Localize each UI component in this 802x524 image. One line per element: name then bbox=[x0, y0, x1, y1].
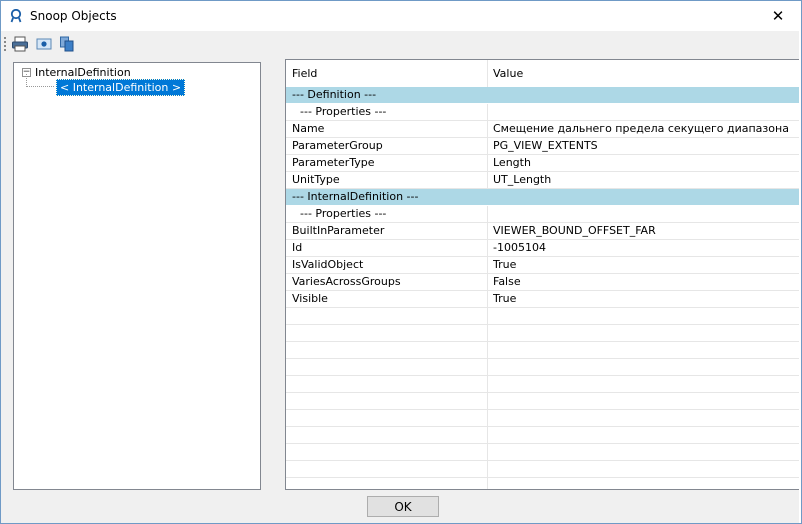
value-cell: -1005104 bbox=[493, 241, 546, 254]
value-cell: VIEWER_BOUND_OFFSET_FAR bbox=[493, 224, 656, 237]
field-cell: IsValidObject bbox=[292, 258, 364, 271]
properties-grid[interactable]: Field Value --- Definition --- --- Proper… bbox=[285, 59, 800, 490]
field-cell: UnitType bbox=[292, 173, 340, 186]
table-row[interactable]: UnitType UT_Length bbox=[286, 172, 799, 189]
empty-row bbox=[286, 444, 799, 461]
section-row[interactable]: --- Definition --- bbox=[286, 87, 799, 104]
window-title: Snoop Objects bbox=[30, 9, 117, 23]
section-row[interactable]: --- InternalDefinition --- bbox=[286, 189, 799, 206]
value-cell: True bbox=[493, 258, 517, 271]
snoop-app-icon bbox=[10, 9, 22, 23]
empty-row bbox=[286, 427, 799, 444]
field-cell: Name bbox=[292, 122, 325, 135]
value-cell bbox=[493, 87, 793, 103]
table-row[interactable]: VariesAcrossGroups False bbox=[286, 274, 799, 291]
subheader-row[interactable]: --- Properties --- bbox=[286, 104, 799, 121]
ok-button[interactable]: OK bbox=[367, 496, 439, 517]
field-cell: --- Definition --- bbox=[292, 88, 377, 101]
empty-row bbox=[286, 376, 799, 393]
field-cell: Visible bbox=[292, 292, 328, 305]
value-cell: Смещение дальнего предела секущего диапа… bbox=[493, 122, 789, 135]
close-button[interactable]: ✕ bbox=[755, 1, 801, 31]
field-cell: Id bbox=[292, 241, 303, 254]
value-cell bbox=[493, 104, 793, 120]
close-icon: ✕ bbox=[771, 7, 785, 25]
toolbar-grip[interactable] bbox=[4, 37, 6, 51]
value-cell: False bbox=[493, 275, 521, 288]
value-cell bbox=[493, 189, 793, 205]
table-row[interactable]: ParameterGroup PG_VIEW_EXTENTS bbox=[286, 138, 799, 155]
table-row[interactable]: Name Смещение дальнего предела секущего д… bbox=[286, 121, 799, 138]
print-preview-icon[interactable] bbox=[35, 35, 53, 53]
grid-header: Field Value bbox=[286, 60, 799, 88]
title-bar: Snoop Objects ✕ bbox=[1, 1, 801, 31]
field-cell: --- InternalDefinition --- bbox=[292, 190, 419, 203]
table-row[interactable]: Id -1005104 bbox=[286, 240, 799, 257]
tree-connector-horizontal bbox=[27, 86, 55, 87]
value-cell: UT_Length bbox=[493, 173, 552, 186]
table-row[interactable]: IsValidObject True bbox=[286, 257, 799, 274]
field-cell: --- Properties --- bbox=[300, 105, 387, 118]
empty-row bbox=[286, 308, 799, 325]
empty-row bbox=[286, 393, 799, 410]
value-cell: Length bbox=[493, 156, 531, 169]
tree-node-selected[interactable]: < InternalDefinition > bbox=[56, 79, 186, 96]
empty-row bbox=[286, 461, 799, 478]
toolbar bbox=[1, 31, 801, 56]
table-row[interactable]: Visible True bbox=[286, 291, 799, 308]
field-cell: ParameterType bbox=[292, 156, 375, 169]
empty-row bbox=[286, 325, 799, 342]
tree-node-root[interactable]: − InternalDefinition bbox=[22, 65, 131, 79]
subheader-row[interactable]: --- Properties --- bbox=[286, 206, 799, 223]
field-cell: BuiltInParameter bbox=[292, 224, 385, 237]
tree-node-root-label: InternalDefinition bbox=[35, 65, 131, 79]
copy-icon[interactable] bbox=[58, 35, 76, 53]
empty-row bbox=[286, 342, 799, 359]
value-cell: True bbox=[493, 292, 517, 305]
table-row[interactable]: ParameterType Length bbox=[286, 155, 799, 172]
field-cell: VariesAcrossGroups bbox=[292, 275, 401, 288]
empty-row bbox=[286, 410, 799, 427]
window-edge bbox=[799, 31, 801, 523]
object-tree[interactable]: − InternalDefinition < InternalDefinitio… bbox=[13, 62, 261, 490]
column-header-field[interactable]: Field bbox=[286, 60, 487, 87]
print-icon[interactable] bbox=[11, 35, 29, 53]
snoop-objects-window: Snoop Objects ✕ − InternalDefinition < I… bbox=[0, 0, 802, 524]
field-cell: ParameterGroup bbox=[292, 139, 383, 152]
table-row[interactable]: BuiltInParameter VIEWER_BOUND_OFFSET_FAR bbox=[286, 223, 799, 240]
column-header-value[interactable]: Value bbox=[487, 60, 799, 87]
value-cell: PG_VIEW_EXTENTS bbox=[493, 139, 598, 152]
empty-row bbox=[286, 359, 799, 376]
field-cell: --- Properties --- bbox=[300, 207, 387, 220]
value-cell bbox=[493, 206, 793, 222]
